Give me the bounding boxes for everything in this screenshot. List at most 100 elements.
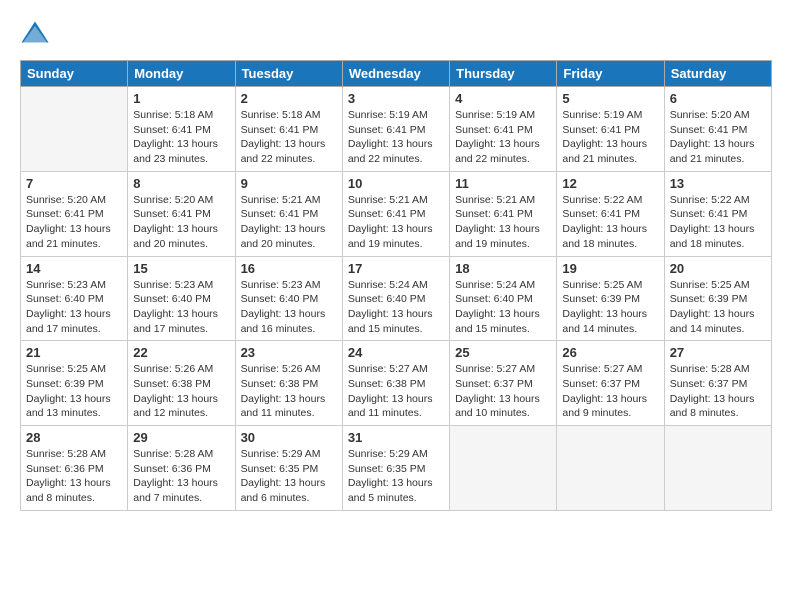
calendar-cell: 5 Sunrise: 5:19 AMSunset: 6:41 PMDaylight… (557, 87, 664, 172)
calendar-cell: 18 Sunrise: 5:24 AMSunset: 6:40 PMDayligh… (450, 256, 557, 341)
day-info: Sunrise: 5:23 AMSunset: 6:40 PMDaylight:… (133, 278, 229, 337)
day-of-week-header: Friday (557, 61, 664, 87)
calendar-cell: 19 Sunrise: 5:25 AMSunset: 6:39 PMDayligh… (557, 256, 664, 341)
day-number: 9 (241, 176, 337, 191)
day-number: 21 (26, 345, 122, 360)
day-info: Sunrise: 5:25 AMSunset: 6:39 PMDaylight:… (26, 362, 122, 421)
day-info: Sunrise: 5:20 AMSunset: 6:41 PMDaylight:… (26, 193, 122, 252)
day-info: Sunrise: 5:29 AMSunset: 6:35 PMDaylight:… (348, 447, 444, 506)
day-number: 30 (241, 430, 337, 445)
day-number: 14 (26, 261, 122, 276)
day-info: Sunrise: 5:21 AMSunset: 6:41 PMDaylight:… (348, 193, 444, 252)
calendar-cell: 4 Sunrise: 5:19 AMSunset: 6:41 PMDaylight… (450, 87, 557, 172)
day-of-week-header: Thursday (450, 61, 557, 87)
day-info: Sunrise: 5:25 AMSunset: 6:39 PMDaylight:… (670, 278, 766, 337)
day-info: Sunrise: 5:21 AMSunset: 6:41 PMDaylight:… (455, 193, 551, 252)
day-number: 7 (26, 176, 122, 191)
calendar-cell: 12Sunrise: 5:22 AMSunset: 6:41 PMDayligh… (557, 171, 664, 256)
day-info: Sunrise: 5:26 AMSunset: 6:38 PMDaylight:… (133, 362, 229, 421)
day-number: 10 (348, 176, 444, 191)
calendar-cell: 10 Sunrise: 5:21 AMSunset: 6:41 PMDayligh… (342, 171, 449, 256)
day-info: Sunrise: 5:18 AMSunset: 6:41 PMDaylight:… (241, 108, 337, 167)
calendar-cell: 21 Sunrise: 5:25 AMSunset: 6:39 PMDayligh… (21, 341, 128, 426)
day-info: Sunrise: 5:23 AMSunset: 6:40 PMDaylight:… (241, 278, 337, 337)
day-info: Sunrise: 5:28 AMSunset: 6:36 PMDaylight:… (26, 447, 122, 506)
page-header (20, 20, 772, 50)
day-number: 28 (26, 430, 122, 445)
day-info: Sunrise: 5:22 AMSunset: 6:41 PMDaylight:… (670, 193, 766, 252)
calendar-cell: 2 Sunrise: 5:18 AMSunset: 6:41 PMDaylight… (235, 87, 342, 172)
day-info: Sunrise: 5:18 AMSunset: 6:41 PMDaylight:… (133, 108, 229, 167)
day-info: Sunrise: 5:23 AMSunset: 6:40 PMDaylight:… (26, 278, 122, 337)
calendar-header-row: SundayMondayTuesdayWednesdayThursdayFrid… (21, 61, 772, 87)
calendar-cell (664, 426, 771, 511)
calendar-cell: 8Sunrise: 5:20 AMSunset: 6:41 PMDaylight… (128, 171, 235, 256)
day-number: 6 (670, 91, 766, 106)
day-number: 1 (133, 91, 229, 106)
day-info: Sunrise: 5:24 AMSunset: 6:40 PMDaylight:… (348, 278, 444, 337)
calendar-cell: 26 Sunrise: 5:27 AMSunset: 6:37 PMDayligh… (557, 341, 664, 426)
calendar-cell: 27 Sunrise: 5:28 AMSunset: 6:37 PMDayligh… (664, 341, 771, 426)
day-number: 18 (455, 261, 551, 276)
day-info: Sunrise: 5:20 AMSunset: 6:41 PMDaylight:… (133, 193, 229, 252)
day-number: 2 (241, 91, 337, 106)
calendar-cell: 15Sunrise: 5:23 AMSunset: 6:40 PMDayligh… (128, 256, 235, 341)
calendar-cell: 29Sunrise: 5:28 AMSunset: 6:36 PMDayligh… (128, 426, 235, 511)
calendar-cell: 28 Sunrise: 5:28 AMSunset: 6:36 PMDayligh… (21, 426, 128, 511)
day-number: 5 (562, 91, 658, 106)
day-number: 25 (455, 345, 551, 360)
day-info: Sunrise: 5:24 AMSunset: 6:40 PMDaylight:… (455, 278, 551, 337)
calendar-cell: 16 Sunrise: 5:23 AMSunset: 6:40 PMDayligh… (235, 256, 342, 341)
day-number: 16 (241, 261, 337, 276)
day-number: 3 (348, 91, 444, 106)
calendar-cell: 23 Sunrise: 5:26 AMSunset: 6:38 PMDayligh… (235, 341, 342, 426)
day-of-week-header: Tuesday (235, 61, 342, 87)
day-info: Sunrise: 5:28 AMSunset: 6:37 PMDaylight:… (670, 362, 766, 421)
day-number: 31 (348, 430, 444, 445)
day-info: Sunrise: 5:26 AMSunset: 6:38 PMDaylight:… (241, 362, 337, 421)
day-info: Sunrise: 5:19 AMSunset: 6:41 PMDaylight:… (348, 108, 444, 167)
week-row: 21 Sunrise: 5:25 AMSunset: 6:39 PMDayligh… (21, 341, 772, 426)
day-number: 11 (455, 176, 551, 191)
calendar-cell: 31 Sunrise: 5:29 AMSunset: 6:35 PMDayligh… (342, 426, 449, 511)
calendar-cell (21, 87, 128, 172)
logo (20, 20, 54, 50)
calendar: SundayMondayTuesdayWednesdayThursdayFrid… (20, 60, 772, 511)
day-number: 23 (241, 345, 337, 360)
calendar-cell (450, 426, 557, 511)
week-row: 14 Sunrise: 5:23 AMSunset: 6:40 PMDayligh… (21, 256, 772, 341)
day-of-week-header: Sunday (21, 61, 128, 87)
calendar-cell (557, 426, 664, 511)
calendar-cell: 13 Sunrise: 5:22 AMSunset: 6:41 PMDayligh… (664, 171, 771, 256)
day-info: Sunrise: 5:27 AMSunset: 6:37 PMDaylight:… (455, 362, 551, 421)
day-info: Sunrise: 5:29 AMSunset: 6:35 PMDaylight:… (241, 447, 337, 506)
day-number: 22 (133, 345, 229, 360)
day-of-week-header: Monday (128, 61, 235, 87)
calendar-cell: 22 Sunrise: 5:26 AMSunset: 6:38 PMDayligh… (128, 341, 235, 426)
day-info: Sunrise: 5:28 AMSunset: 6:36 PMDaylight:… (133, 447, 229, 506)
day-number: 13 (670, 176, 766, 191)
day-info: Sunrise: 5:20 AMSunset: 6:41 PMDaylight:… (670, 108, 766, 167)
day-number: 27 (670, 345, 766, 360)
day-info: Sunrise: 5:21 AMSunset: 6:41 PMDaylight:… (241, 193, 337, 252)
calendar-cell: 20 Sunrise: 5:25 AMSunset: 6:39 PMDayligh… (664, 256, 771, 341)
day-number: 4 (455, 91, 551, 106)
day-number: 26 (562, 345, 658, 360)
day-info: Sunrise: 5:25 AMSunset: 6:39 PMDaylight:… (562, 278, 658, 337)
week-row: 28 Sunrise: 5:28 AMSunset: 6:36 PMDayligh… (21, 426, 772, 511)
calendar-cell: 14 Sunrise: 5:23 AMSunset: 6:40 PMDayligh… (21, 256, 128, 341)
calendar-cell: 17 Sunrise: 5:24 AMSunset: 6:40 PMDayligh… (342, 256, 449, 341)
calendar-cell: 25 Sunrise: 5:27 AMSunset: 6:37 PMDayligh… (450, 341, 557, 426)
calendar-cell: 3 Sunrise: 5:19 AMSunset: 6:41 PMDaylight… (342, 87, 449, 172)
day-number: 17 (348, 261, 444, 276)
day-number: 19 (562, 261, 658, 276)
day-number: 12 (562, 176, 658, 191)
day-info: Sunrise: 5:19 AMSunset: 6:41 PMDaylight:… (562, 108, 658, 167)
day-info: Sunrise: 5:27 AMSunset: 6:37 PMDaylight:… (562, 362, 658, 421)
day-info: Sunrise: 5:19 AMSunset: 6:41 PMDaylight:… (455, 108, 551, 167)
calendar-cell: 11 Sunrise: 5:21 AMSunset: 6:41 PMDayligh… (450, 171, 557, 256)
day-number: 20 (670, 261, 766, 276)
logo-icon (20, 20, 50, 50)
calendar-cell: 30 Sunrise: 5:29 AMSunset: 6:35 PMDayligh… (235, 426, 342, 511)
calendar-cell: 9 Sunrise: 5:21 AMSunset: 6:41 PMDaylight… (235, 171, 342, 256)
